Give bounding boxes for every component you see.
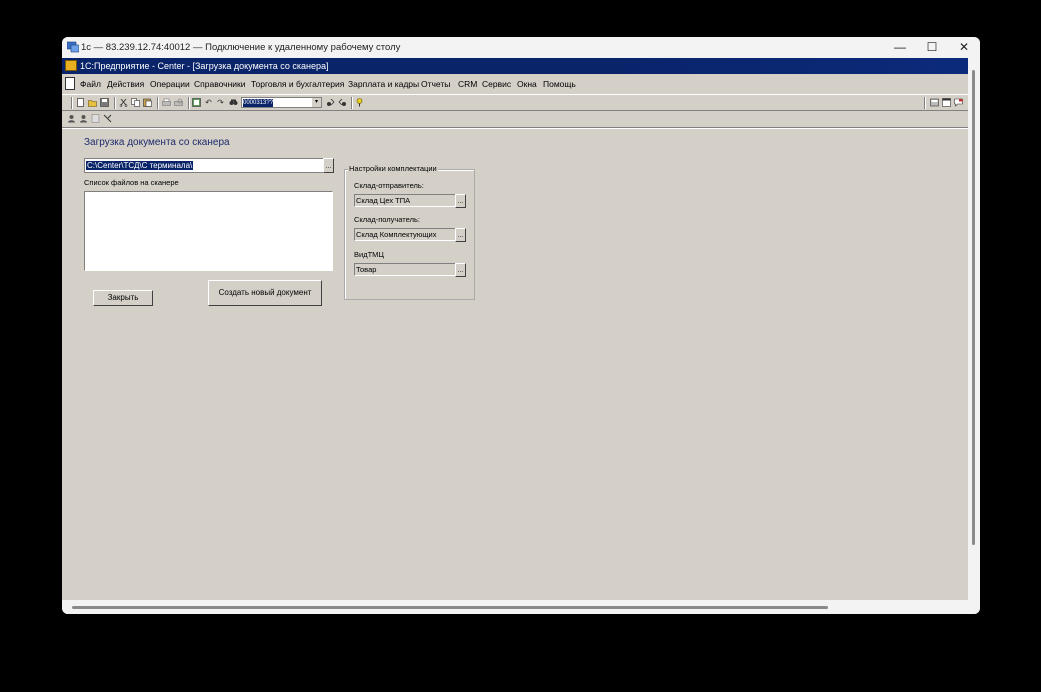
sender-select-button[interactable]: ... xyxy=(455,194,466,208)
search-combo-value: 0000313?? xyxy=(243,99,273,107)
form-icon[interactable] xyxy=(192,98,201,107)
minimize-icon: — xyxy=(894,40,906,54)
path-browse-button[interactable]: ... xyxy=(323,158,334,173)
create-document-button[interactable]: Создать новый документ xyxy=(208,280,322,306)
horizontal-scrollbar[interactable] xyxy=(62,600,980,614)
window-title: 1с — 83.239.12.74:40012 — Подключение к … xyxy=(81,42,401,53)
remote-desktop-window: 1с — 83.239.12.74:40012 — Подключение к … xyxy=(62,37,980,614)
calendar-icon[interactable] xyxy=(942,98,951,107)
toolbar-grip xyxy=(71,97,73,109)
save-icon[interactable] xyxy=(100,98,109,107)
toolbar-divider xyxy=(62,127,968,129)
vertical-scroll-thumb[interactable] xyxy=(972,70,975,545)
new-document-icon[interactable] xyxy=(76,98,85,107)
open-folder-icon[interactable] xyxy=(88,98,97,107)
form-title: Загрузка документа со сканера xyxy=(84,137,230,148)
cut-icon[interactable] xyxy=(119,98,128,107)
chevron-down-icon[interactable]: ▾ xyxy=(312,98,321,107)
receiver-label: Склад-получатель: xyxy=(354,215,420,224)
vertical-scrollbar[interactable] xyxy=(968,58,980,600)
1c-app-icon xyxy=(65,60,77,71)
close-button[interactable]: Закрыть xyxy=(93,290,153,306)
close-icon: ✕ xyxy=(958,40,970,54)
standard-toolbar: ↶ ↷ 0000313?? ▾ xyxy=(62,94,968,111)
redo-icon[interactable]: ↷ xyxy=(216,98,225,107)
document-menu-icon[interactable] xyxy=(65,77,75,90)
item-type-label: ВидТМЦ xyxy=(354,250,384,259)
maximize-button[interactable]: ☐ xyxy=(916,37,948,58)
copy-icon[interactable] xyxy=(131,98,140,107)
toolbar-separator xyxy=(157,97,159,109)
search-combo[interactable]: 0000313?? ▾ xyxy=(241,97,322,108)
item-type-field[interactable]: Товар xyxy=(354,263,456,276)
undo-icon[interactable]: ↶ xyxy=(204,98,213,107)
menu-reports[interactable]: Отчеты xyxy=(421,79,450,89)
toolbar-grip xyxy=(924,97,926,109)
remote-desktop-icon xyxy=(67,41,79,53)
app-area: 1С:Предприятие - Center - [Загрузка доку… xyxy=(62,58,968,600)
path-input[interactable]: C:\Center\ТСД\С терминала\ xyxy=(84,158,325,173)
file-list-label: Список файлов на сканере xyxy=(84,178,179,187)
maximize-icon: ☐ xyxy=(926,40,938,54)
paste-icon[interactable] xyxy=(143,98,152,107)
menu-bar: Файл Действия Операции Справочники Торго… xyxy=(62,75,968,93)
menu-service[interactable]: Сервис xyxy=(482,79,511,89)
print-icon[interactable] xyxy=(162,98,171,107)
sender-field[interactable]: Склад Цех ТПА xyxy=(354,194,456,207)
menu-file[interactable]: Файл xyxy=(80,79,101,89)
toolbar-separator xyxy=(351,97,353,109)
horizontal-scroll-thumb[interactable] xyxy=(72,606,828,609)
menu-crm[interactable]: CRM xyxy=(458,79,477,89)
menu-trade-accounting[interactable]: Торговля и бухгалтерия xyxy=(251,79,344,89)
menu-operations[interactable]: Операции xyxy=(150,79,190,89)
receiver-select-button[interactable]: ... xyxy=(455,228,466,242)
path-input-value: C:\Center\ТСД\С терминала\ xyxy=(86,161,194,170)
app-titlebar: 1С:Предприятие - Center - [Загрузка доку… xyxy=(62,58,968,74)
menu-salary-hr[interactable]: Зарплата и кадры xyxy=(348,79,419,89)
minimize-button[interactable]: — xyxy=(884,37,916,58)
menu-actions[interactable]: Действия xyxy=(107,79,144,89)
users-icon[interactable] xyxy=(67,114,76,123)
find-next-icon[interactable] xyxy=(326,98,335,107)
item-type-select-button[interactable]: ... xyxy=(455,263,466,277)
receiver-field[interactable]: Склад Комплектующих xyxy=(354,228,456,241)
report-icon[interactable] xyxy=(91,114,100,123)
toolbar-separator xyxy=(188,97,190,109)
help-icon[interactable] xyxy=(355,98,364,107)
find-prev-icon[interactable] xyxy=(338,98,347,107)
sender-label: Склад-отправитель: xyxy=(354,181,424,190)
calculator-icon[interactable] xyxy=(930,98,939,107)
secondary-toolbar xyxy=(62,111,968,126)
messages-icon[interactable] xyxy=(954,98,963,107)
toolbar-separator xyxy=(114,97,116,109)
settings-group-legend: Настройки комплектации xyxy=(348,164,438,173)
menu-references[interactable]: Справочники xyxy=(194,79,246,89)
user-settings-icon[interactable] xyxy=(79,114,88,123)
window-titlebar: 1с — 83.239.12.74:40012 — Подключение к … xyxy=(62,37,980,58)
menu-help[interactable]: Помощь xyxy=(543,79,576,89)
print-preview-icon[interactable] xyxy=(174,98,183,107)
find-icon[interactable] xyxy=(229,98,238,107)
close-window-button[interactable]: ✕ xyxy=(948,37,980,58)
menu-windows[interactable]: Окна xyxy=(517,79,537,89)
app-title: 1С:Предприятие - Center - [Загрузка доку… xyxy=(80,61,329,71)
tools-icon[interactable] xyxy=(103,114,112,123)
scanner-file-list[interactable] xyxy=(84,191,333,271)
